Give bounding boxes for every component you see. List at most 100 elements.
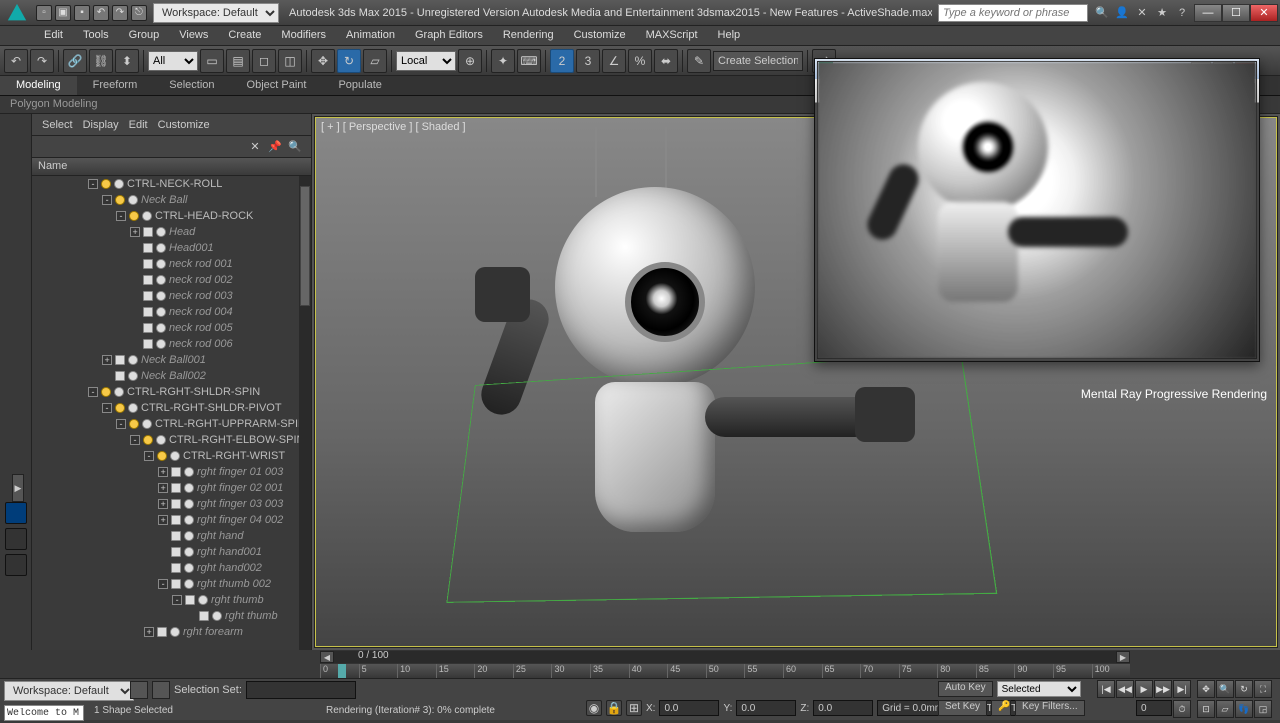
tree-toggle[interactable]: - xyxy=(116,211,126,221)
visibility-toggle[interactable] xyxy=(142,419,152,429)
visibility-toggle[interactable] xyxy=(184,467,194,477)
menu-rendering[interactable]: Rendering xyxy=(493,26,564,45)
activeshade-window[interactable]: ActiveShade (1:1) — ☐ ✕ 💾 ⧉ ◐ ✕ RGB Alph… xyxy=(814,58,1260,362)
nav-zoom-button[interactable]: 🔍 xyxy=(1216,680,1234,698)
tree-node[interactable]: -CTRL-RGHT-WRIST xyxy=(32,448,311,464)
menu-edit[interactable]: Edit xyxy=(34,26,73,45)
search-icon[interactable]: 🔍 xyxy=(1094,5,1110,21)
ribbon-tab-object-paint[interactable]: Object Paint xyxy=(231,76,323,95)
scene-tree[interactable]: -CTRL-NECK-ROLL-Neck Ball-CTRL-HEAD-ROCK… xyxy=(32,176,311,650)
selection-lock-toggle[interactable]: 🔒 xyxy=(606,700,622,716)
tree-node[interactable]: +rght forearm xyxy=(32,624,311,640)
link-icon[interactable]: ⎋ xyxy=(131,5,147,21)
nav-walk-button[interactable]: 👣 xyxy=(1235,700,1253,718)
tree-node[interactable]: Head001 xyxy=(32,240,311,256)
tree-toggle[interactable]: + xyxy=(102,355,112,365)
toggle-button[interactable] xyxy=(5,554,27,576)
x-coord-input[interactable] xyxy=(659,700,719,716)
activeshade-render-view[interactable] xyxy=(817,61,1257,359)
tree-toggle[interactable]: + xyxy=(158,467,168,477)
ribbon-tab-freeform[interactable]: Freeform xyxy=(77,76,154,95)
tree-node[interactable]: rght hand xyxy=(32,528,311,544)
panel-menu-display[interactable]: Display xyxy=(83,119,119,131)
menu-create[interactable]: Create xyxy=(218,26,271,45)
visibility-toggle[interactable] xyxy=(156,307,166,317)
transform-type-in-icon[interactable]: ⊞ xyxy=(626,700,642,716)
named-selection-input[interactable] xyxy=(713,51,803,71)
tree-node[interactable]: rght thumb xyxy=(32,608,311,624)
tree-node[interactable]: +rght finger 01 003 xyxy=(32,464,311,480)
tree-toggle[interactable]: - xyxy=(172,595,182,605)
keyboard-shortcut-button[interactable]: ⌨ xyxy=(517,49,541,73)
tree-toggle[interactable]: - xyxy=(102,403,112,413)
tree-node[interactable]: -Neck Ball xyxy=(32,192,311,208)
selection-set-icon[interactable] xyxy=(152,681,170,699)
tree-node[interactable]: -CTRL-HEAD-ROCK xyxy=(32,208,311,224)
scene-explorer-button[interactable] xyxy=(5,502,27,524)
selection-filter[interactable]: All xyxy=(148,51,198,71)
tree-scrollbar[interactable] xyxy=(299,176,311,650)
visibility-toggle[interactable] xyxy=(156,339,166,349)
visibility-toggle[interactable] xyxy=(156,323,166,333)
nav-fov-button[interactable]: ▱ xyxy=(1216,700,1234,718)
select-object-button[interactable]: ▭ xyxy=(200,49,224,73)
nav-maximize-button[interactable]: ◲ xyxy=(1254,700,1272,718)
maxscript-prompt[interactable] xyxy=(4,705,84,721)
help-icon[interactable]: ? xyxy=(1174,5,1190,21)
visibility-toggle[interactable] xyxy=(142,211,152,221)
visibility-toggle[interactable] xyxy=(128,371,138,381)
undo-button[interactable]: ↶ xyxy=(4,49,28,73)
visibility-toggle[interactable] xyxy=(156,227,166,237)
tree-node[interactable]: neck rod 003 xyxy=(32,288,311,304)
visibility-toggle[interactable] xyxy=(156,259,166,269)
minimize-button[interactable]: — xyxy=(1194,4,1222,22)
ribbon-tab-modeling[interactable]: Modeling xyxy=(0,76,77,95)
panel-menu-select[interactable]: Select xyxy=(42,119,73,131)
panel-expander[interactable]: ▶ xyxy=(12,474,24,502)
tree-node[interactable]: +rght finger 04 002 xyxy=(32,512,311,528)
move-button[interactable]: ✥ xyxy=(311,49,335,73)
isolate-icon[interactable]: ◉ xyxy=(586,700,602,716)
tree-node[interactable]: neck rod 001 xyxy=(32,256,311,272)
snap-toggle-3d-button[interactable]: 3 xyxy=(576,49,600,73)
tree-node[interactable]: rght hand002 xyxy=(32,560,311,576)
visibility-toggle[interactable] xyxy=(156,243,166,253)
visibility-toggle[interactable] xyxy=(114,387,124,397)
tree-node[interactable]: -rght thumb xyxy=(32,592,311,608)
tree-node[interactable]: -CTRL-RGHT-SHLDR-PIVOT xyxy=(32,400,311,416)
visibility-toggle[interactable] xyxy=(184,483,194,493)
autokey-button[interactable]: Auto Key xyxy=(938,681,993,697)
window-crossing-button[interactable]: ◫ xyxy=(278,49,302,73)
open-icon[interactable]: ▣ xyxy=(55,5,71,21)
panel-menu-edit[interactable]: Edit xyxy=(129,119,148,131)
menu-modifiers[interactable]: Modifiers xyxy=(271,26,336,45)
tree-toggle[interactable]: - xyxy=(102,195,112,205)
tree-toggle[interactable]: - xyxy=(88,179,98,189)
visibility-toggle[interactable] xyxy=(184,531,194,541)
visibility-toggle[interactable] xyxy=(184,579,194,589)
tree-toggle[interactable]: - xyxy=(88,387,98,397)
tree-node[interactable]: -CTRL-NECK-ROLL xyxy=(32,176,311,192)
select-rect-button[interactable]: ◻ xyxy=(252,49,276,73)
tree-toggle[interactable]: + xyxy=(144,627,154,637)
ribbon-tab-selection[interactable]: Selection xyxy=(153,76,230,95)
favorite-icon[interactable]: ★ xyxy=(1154,5,1170,21)
rotate-button[interactable]: ↻ xyxy=(337,49,361,73)
visibility-toggle[interactable] xyxy=(184,563,194,573)
help-search-input[interactable] xyxy=(938,4,1088,22)
menu-customize[interactable]: Customize xyxy=(564,26,636,45)
keyfilters-button[interactable]: Key Filters... xyxy=(1015,700,1085,716)
column-header-name[interactable]: Name xyxy=(32,158,311,176)
prev-frame-button[interactable]: ◀◀ xyxy=(1116,680,1134,698)
menu-graph-editors[interactable]: Graph Editors xyxy=(405,26,493,45)
visibility-toggle[interactable] xyxy=(114,179,124,189)
panel-menu-customize[interactable]: Customize xyxy=(158,119,210,131)
tree-node[interactable]: -rght thumb 002 xyxy=(32,576,311,592)
nav-pan-button[interactable]: ✥ xyxy=(1197,680,1215,698)
save-icon[interactable]: ▪ xyxy=(74,5,90,21)
signin-icon[interactable]: 👤 xyxy=(1114,5,1130,21)
snap-toggle-2d-button[interactable]: 2 xyxy=(550,49,574,73)
new-icon[interactable]: ▫ xyxy=(36,5,52,21)
y-coord-input[interactable] xyxy=(736,700,796,716)
select-name-button[interactable]: ▤ xyxy=(226,49,250,73)
